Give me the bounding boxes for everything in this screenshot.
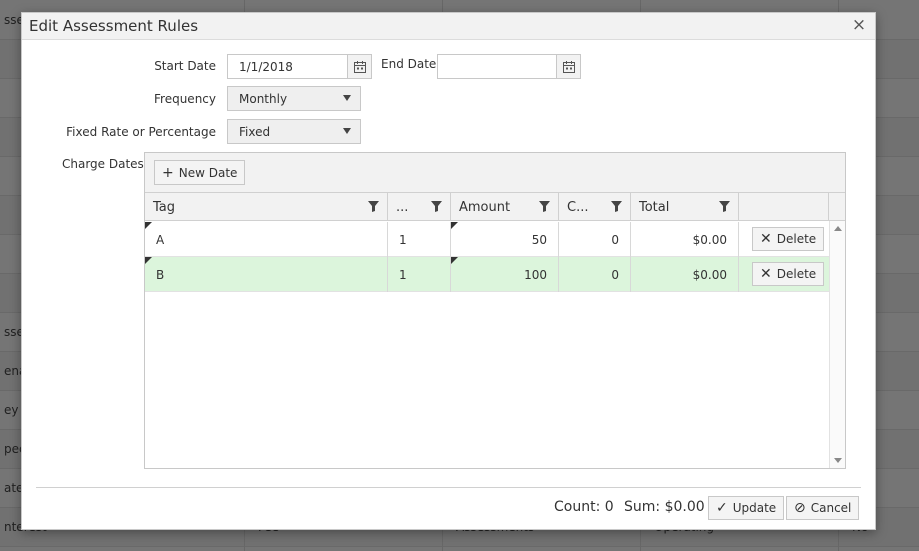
chevron-down-icon	[343, 95, 351, 101]
edit-assessment-rules-dialog: Edit Assessment Rules × Start Date 1/1/2…	[21, 12, 876, 530]
column-header-label: C...	[567, 199, 589, 215]
cell-value: 1	[399, 267, 407, 282]
start-date-value: 1/1/2018	[239, 60, 293, 74]
cell-2[interactable]: 1	[388, 222, 451, 257]
column-header-2[interactable]: ...	[388, 193, 451, 221]
cell-actions: ✕ Delete	[739, 222, 829, 257]
grid-scrollbar[interactable]	[829, 221, 845, 468]
cell-amount[interactable]: 50	[451, 222, 559, 257]
cell-value: A	[156, 232, 165, 247]
column-header-actions	[739, 193, 829, 221]
plus-icon: +	[162, 164, 174, 181]
filter-icon[interactable]	[431, 201, 442, 212]
column-header-tag[interactable]: Tag	[145, 193, 388, 221]
start-date-field[interactable]: 1/1/2018	[227, 54, 372, 79]
charge-dates-label: Charge Dates	[62, 157, 144, 171]
filter-icon[interactable]	[368, 201, 379, 212]
new-date-label: New Date	[178, 165, 238, 180]
cell-value: 50	[531, 232, 547, 247]
start-date-label: Start Date	[154, 59, 216, 73]
column-header-label: Tag	[153, 199, 176, 215]
fixed-rate-value: Fixed	[239, 125, 271, 139]
frequency-label: Frequency	[154, 92, 216, 106]
fixed-rate-select[interactable]: Fixed	[227, 119, 361, 144]
dirty-indicator	[145, 222, 152, 229]
cell-4[interactable]: 0	[559, 257, 631, 292]
scroll-down-icon[interactable]	[834, 458, 842, 463]
chevron-down-icon	[343, 128, 351, 134]
table-row[interactable]: B 1 100 0 $0.00 ✕ Delete	[145, 257, 829, 292]
cell-value: $0.00	[692, 232, 727, 247]
column-header-4[interactable]: C...	[559, 193, 631, 221]
cell-amount[interactable]: 100	[451, 257, 559, 292]
cancel-icon: ⊘	[794, 500, 806, 516]
column-header-label: Total	[639, 199, 670, 215]
cell-value: $0.00	[692, 267, 727, 282]
column-header-total[interactable]: Total	[631, 193, 739, 221]
cell-total: $0.00	[631, 257, 739, 292]
scroll-up-icon[interactable]	[834, 226, 842, 231]
new-date-button[interactable]: + New Date	[154, 160, 246, 185]
dirty-indicator	[451, 257, 458, 264]
cancel-label: Cancel	[810, 501, 852, 515]
delete-label: Delete	[776, 232, 817, 246]
update-button[interactable]: ✓ Update	[708, 496, 785, 520]
frequency-value: Monthly	[239, 92, 288, 106]
dialog-titlebar: Edit Assessment Rules ×	[22, 13, 875, 40]
table-row[interactable]: A 1 50 0 $0.00 ✕ Delete	[145, 222, 829, 257]
grid-header: Tag ... Amount C... Total	[145, 193, 845, 221]
dialog-title: Edit Assessment Rules	[29, 17, 199, 35]
close-button[interactable]: ×	[851, 16, 867, 34]
delete-label: Delete	[776, 267, 817, 281]
frequency-select[interactable]: Monthly	[227, 86, 361, 111]
cell-value: 100	[524, 267, 547, 282]
calendar-icon[interactable]	[347, 55, 371, 78]
update-label: Update	[732, 501, 777, 515]
filter-icon[interactable]	[611, 201, 622, 212]
column-header-label: Amount	[459, 199, 511, 215]
end-date-label: End Date	[381, 57, 437, 71]
delete-button[interactable]: ✕ Delete	[752, 227, 825, 251]
cell-tag[interactable]: B	[145, 257, 388, 292]
cell-2[interactable]: 1	[388, 257, 451, 292]
column-header-amount[interactable]: Amount	[451, 193, 559, 221]
check-icon: ✓	[716, 500, 728, 516]
cell-value: 0	[611, 267, 619, 282]
cell-value: B	[156, 267, 165, 282]
close-icon: ✕	[760, 231, 772, 247]
fixed-rate-label: Fixed Rate or Percentage	[66, 125, 216, 139]
cancel-button[interactable]: ⊘ Cancel	[786, 496, 860, 520]
sum-summary: Sum: $0.00	[624, 499, 705, 515]
cell-tag[interactable]: A	[145, 222, 388, 257]
charge-dates-grid: + New Date Tag ... Amount C... Total A 1…	[144, 152, 846, 469]
cell-actions: ✕ Delete	[739, 257, 829, 292]
close-icon: ✕	[760, 266, 772, 282]
delete-button[interactable]: ✕ Delete	[752, 262, 825, 286]
filter-icon[interactable]	[539, 201, 550, 212]
calendar-icon[interactable]	[556, 55, 580, 78]
filter-icon[interactable]	[719, 201, 730, 212]
cell-4[interactable]: 0	[559, 222, 631, 257]
count-summary: Count: 0	[554, 499, 614, 515]
dirty-indicator	[451, 222, 458, 229]
cell-value: 1	[399, 232, 407, 247]
column-header-label: ...	[396, 199, 409, 215]
cell-total: $0.00	[631, 222, 739, 257]
dirty-indicator	[145, 257, 152, 264]
end-date-field[interactable]	[437, 54, 581, 79]
cell-value: 0	[611, 232, 619, 247]
footer-divider	[36, 487, 861, 488]
grid-toolbar: + New Date	[145, 153, 845, 193]
